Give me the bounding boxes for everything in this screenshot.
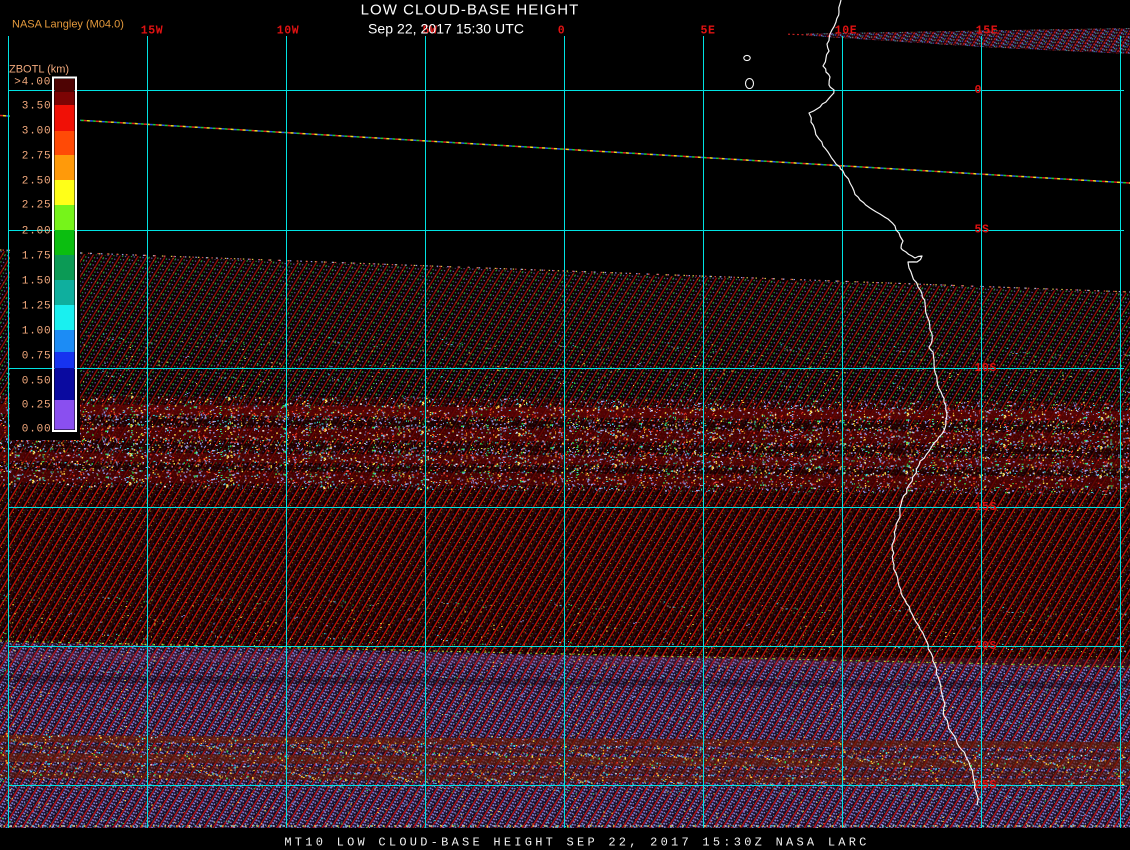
svg-text:0: 0 <box>558 25 566 38</box>
svg-text:2.50: 2.50 <box>22 176 52 188</box>
svg-text:1.25: 1.25 <box>22 301 52 313</box>
svg-text:1.75: 1.75 <box>22 251 52 263</box>
svg-text:1.00: 1.00 <box>22 326 52 338</box>
svg-text:2.00: 2.00 <box>22 226 52 238</box>
svg-text:3.50: 3.50 <box>22 101 52 113</box>
svg-text:0: 0 <box>975 84 983 97</box>
svg-text:0.50: 0.50 <box>22 376 52 388</box>
svg-text:15S: 15S <box>975 501 998 514</box>
svg-text:2.25: 2.25 <box>22 200 52 212</box>
svg-text:20S: 20S <box>975 640 998 653</box>
svg-text:10W: 10W <box>277 25 300 38</box>
svg-text:MT10 LOW CLOUD-BASE HEIGHT: MT10 LOW CLOUD-BASE HEIGHT SEP 22, 2017 … <box>284 836 869 850</box>
svg-text:>4.00: >4.00 <box>14 77 51 89</box>
svg-text:1.50: 1.50 <box>22 276 52 288</box>
svg-text:NASA Langley (M04.0): NASA Langley (M04.0) <box>12 19 124 31</box>
svg-text:2.75: 2.75 <box>22 151 52 163</box>
svg-text:Sep 22, 2017 15:30 UTC: Sep 22, 2017 15:30 UTC <box>368 21 524 37</box>
svg-text:25S: 25S <box>975 779 998 792</box>
svg-text:15W: 15W <box>141 25 164 38</box>
svg-text:10S: 10S <box>975 362 998 375</box>
svg-text:15E: 15E <box>976 25 999 38</box>
svg-text:ZBOTL (km): ZBOTL (km) <box>9 64 69 76</box>
svg-text:3.00: 3.00 <box>22 126 52 138</box>
svg-text:0.75: 0.75 <box>22 351 52 363</box>
svg-text:5S: 5S <box>975 224 990 237</box>
svg-text:0.25: 0.25 <box>22 400 52 412</box>
svg-text:10E: 10E <box>835 25 858 38</box>
svg-text:5E: 5E <box>700 25 715 38</box>
svg-text:0.00: 0.00 <box>22 424 52 436</box>
svg-text:LOW CLOUD-BASE HEIGHT: LOW CLOUD-BASE HEIGHT <box>361 2 580 19</box>
